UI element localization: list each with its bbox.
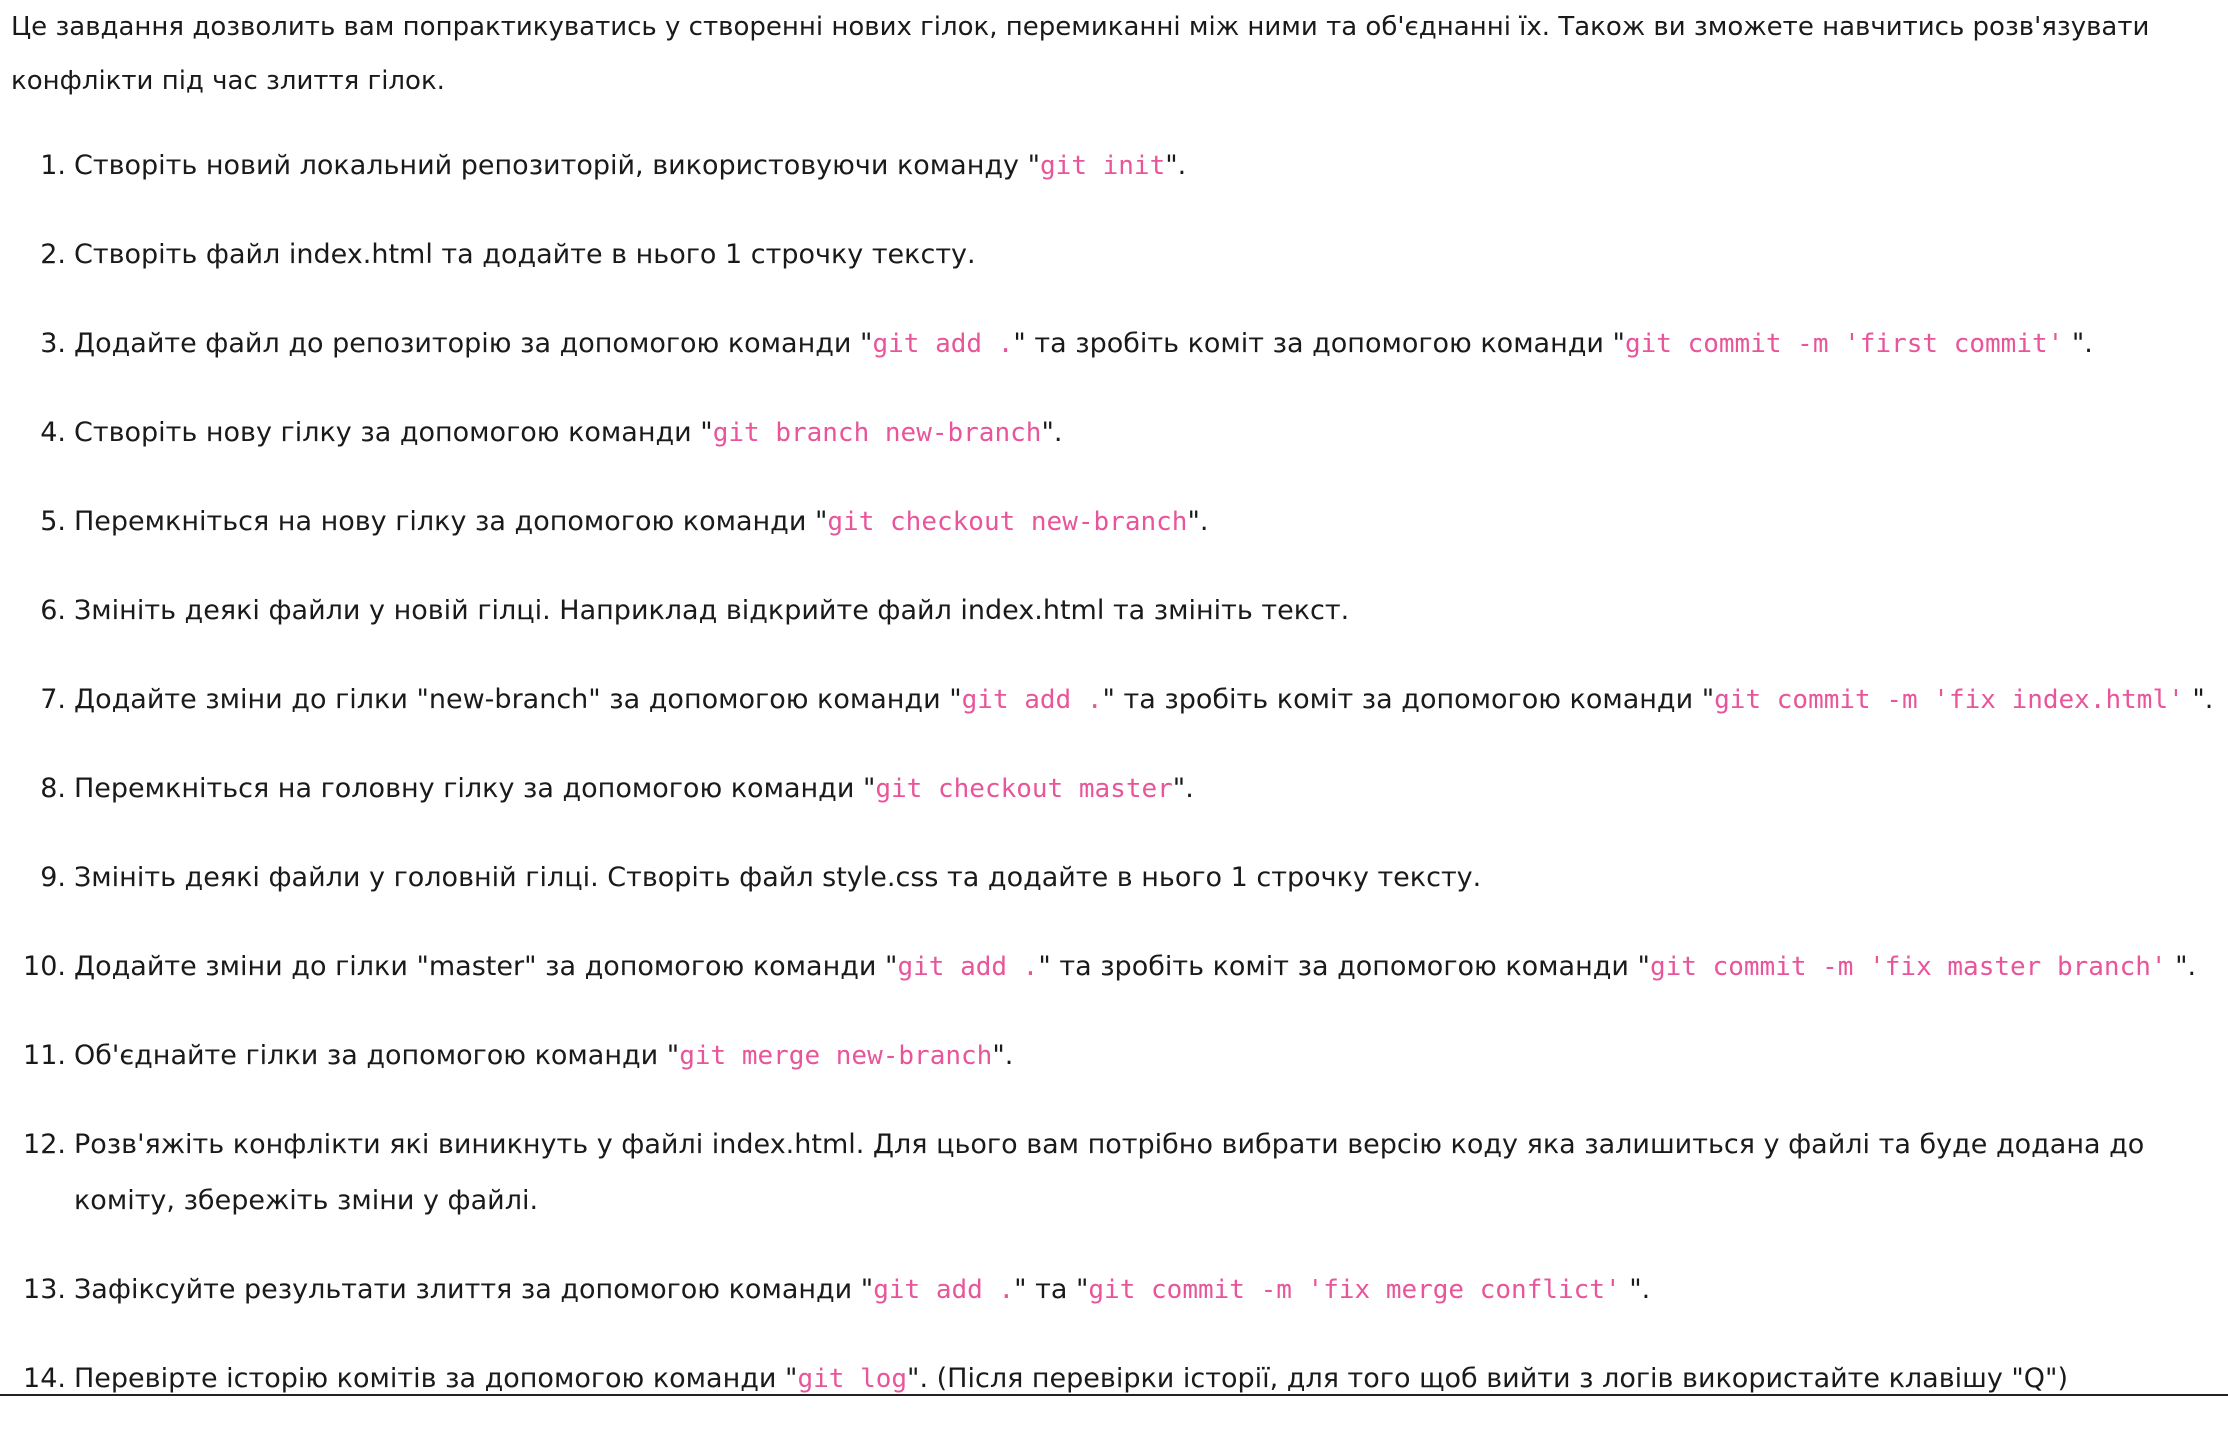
step-text: ".	[1172, 773, 1194, 804]
step-text: Створіть файл index.html та додайте в нь…	[74, 239, 976, 270]
step-text: Додайте файл до репозиторію за допомогою…	[74, 328, 873, 359]
step-text: Додайте зміни до гілки "new-branch" за д…	[74, 684, 962, 715]
command-code: git add .	[897, 952, 1039, 982]
step-text: Перемкніться на головну гілку за допомог…	[74, 773, 876, 804]
list-item: 3. Додайте файл до репозиторію за допомог…	[0, 316, 2228, 372]
step-text: Додайте зміни до гілки "master" за допом…	[74, 951, 898, 982]
step-number: 2.	[40, 239, 66, 270]
list-item: 13. Зафіксуйте результати злиття за допом…	[0, 1262, 2228, 1318]
list-item: 11. Об'єднайте гілки за допомогою команди…	[0, 1028, 2228, 1084]
command-code: git branch new-branch	[712, 418, 1042, 448]
page: Це завдання дозволить вам попрактикувати…	[0, 0, 2228, 1399]
step-text: Перемкніться на нову гілку за допомогою …	[74, 506, 828, 537]
step-number: 9.	[40, 862, 66, 893]
step-text: Об'єднайте гілки за допомогою команди "	[74, 1040, 680, 1071]
bottom-divider	[0, 1394, 2228, 1396]
command-code: git commit -m 'fix index.html'	[1714, 685, 2184, 715]
step-text: ".	[2063, 328, 2093, 359]
step-number: 1.	[40, 150, 66, 181]
command-code: git checkout master	[875, 774, 1173, 804]
list-item: 12. Розв'яжіть конфлікти які виникнуть у …	[0, 1117, 2214, 1229]
list-item: 10. Додайте зміни до гілки "master" за до…	[0, 939, 2228, 995]
step-text: Розв'яжіть конфлікти які виникнуть у фай…	[74, 1129, 2145, 1216]
step-text: ".	[1187, 506, 1209, 537]
command-code: git commit -m 'fix master branch'	[1649, 952, 2167, 982]
step-text: Створіть нову гілку за допомогою команди…	[74, 417, 713, 448]
command-code: git add .	[873, 1275, 1015, 1305]
command-code: git commit -m 'first commit'	[1624, 329, 2064, 359]
step-text: Змініть деякі файли у новій гілці. Напри…	[74, 595, 1350, 626]
step-text: " та "	[1014, 1274, 1089, 1305]
list-item: 8. Перемкніться на головну гілку за допом…	[0, 761, 2228, 817]
step-text: ". (Після перевірки історії, для того що…	[907, 1363, 2069, 1394]
step-text: " та зробіть коміт за допомогою команди …	[1013, 328, 1625, 359]
list-item: 9. Змініть деякі файли у головній гілці. …	[0, 850, 2228, 906]
step-number: 11.	[23, 1040, 66, 1071]
step-text: ".	[1165, 150, 1187, 181]
step-text: ".	[1041, 417, 1063, 448]
step-number: 7.	[40, 684, 66, 715]
list-item: 5. Перемкніться на нову гілку за допомого…	[0, 494, 2228, 550]
step-text: " та зробіть коміт за допомогою команди …	[1102, 684, 1715, 715]
command-code: git commit -m 'fix merge conflict'	[1088, 1275, 1621, 1305]
list-item: 7. Додайте зміни до гілки "new-branch" за…	[0, 672, 2228, 728]
command-code: git add .	[872, 329, 1014, 359]
step-text: Перевірте історію комітів за допомогою к…	[74, 1363, 798, 1394]
list-item: 6. Змініть деякі файли у новій гілці. Нап…	[0, 583, 2228, 639]
step-number: 13.	[23, 1274, 66, 1305]
intro-paragraph: Це завдання дозволить вам попрактикувати…	[11, 12, 2150, 96]
step-number: 4.	[40, 417, 66, 448]
list-item: 2. Створіть файл index.html та додайте в …	[0, 227, 2228, 283]
step-text: Змініть деякі файли у головній гілці. Ст…	[74, 862, 1482, 893]
command-code: git merge new-branch	[679, 1041, 993, 1071]
step-text: ".	[2166, 951, 2197, 982]
step-text: Створіть новий локальний репозиторій, ви…	[74, 150, 1041, 181]
command-code: git checkout new-branch	[827, 507, 1188, 537]
list-item: 1. Створіть новий локальний репозиторій, …	[0, 138, 2228, 194]
command-code: git init	[1040, 151, 1166, 181]
step-text: Зафіксуйте результати злиття за допомого…	[74, 1274, 874, 1305]
command-code: git log	[797, 1364, 908, 1394]
step-text: " та зробіть коміт за допомогою команди …	[1038, 951, 1650, 982]
step-number: 5.	[40, 506, 66, 537]
step-text: ".	[992, 1040, 1014, 1071]
list-item: 4. Створіть нову гілку за допомогою коман…	[0, 405, 2228, 461]
steps-list: 1. Створіть новий локальний репозиторій, …	[0, 138, 2228, 1440]
step-number: 10.	[23, 951, 66, 982]
step-text: ".	[1620, 1274, 1651, 1305]
step-number: 3.	[40, 328, 66, 359]
step-number: 8.	[40, 773, 66, 804]
step-number: 6.	[40, 595, 66, 626]
command-code: git add .	[961, 685, 1103, 715]
step-text: ".	[2183, 684, 2214, 715]
step-number: 12.	[23, 1129, 66, 1160]
